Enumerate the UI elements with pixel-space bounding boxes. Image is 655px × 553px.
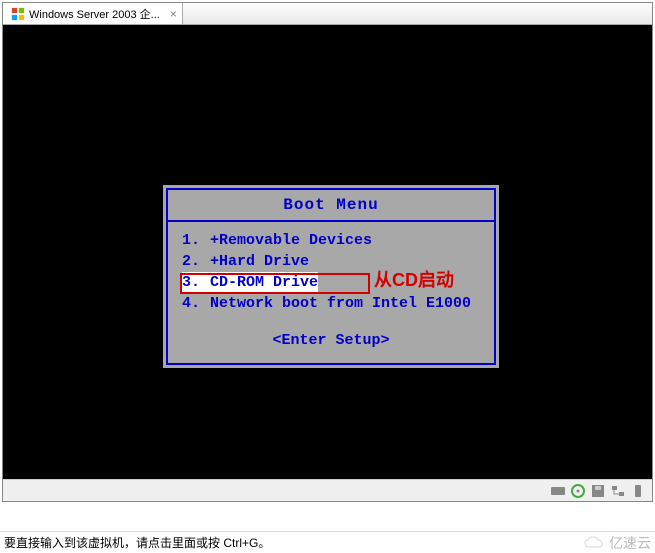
hard-disk-icon[interactable]: [550, 483, 566, 499]
tab-bar: Windows Server 2003 企... ×: [3, 3, 652, 25]
boot-item-cdrom[interactable]: 3. CD-ROM Drive 从CD启动: [182, 272, 480, 293]
watermark: 亿速云: [583, 533, 651, 553]
status-hint: 要直接输入到该虚拟机，请点击里面或按 Ctrl+G。: [4, 534, 270, 551]
vm-window-frame: Windows Server 2003 企... × Boot Menu 1.+…: [2, 2, 653, 502]
boot-item-network[interactable]: 4. Network boot from Intel E1000: [182, 293, 480, 314]
boot-menu: Boot Menu 1.+Removable Devices 2.+Hard D…: [163, 185, 499, 368]
boot-item-hard-drive[interactable]: 2.+Hard Drive: [182, 251, 480, 272]
boot-menu-items: 1.+Removable Devices 2.+Hard Drive 3. CD…: [168, 222, 494, 363]
tab-title: Windows Server 2003 企...: [29, 6, 160, 22]
cd-icon[interactable]: [570, 483, 586, 499]
enter-setup-option[interactable]: <Enter Setup>: [182, 332, 480, 349]
tab-close-button[interactable]: ×: [170, 7, 177, 21]
windows-icon: [11, 7, 25, 21]
boot-item-removable[interactable]: 1.+Removable Devices: [182, 230, 480, 251]
vm-status-bar: [3, 479, 652, 501]
selection-highlight: [180, 273, 370, 294]
annotation-label: 从CD启动: [374, 270, 454, 291]
vm-console[interactable]: Boot Menu 1.+Removable Devices 2.+Hard D…: [3, 25, 652, 477]
boot-menu-title: Boot Menu: [168, 190, 494, 222]
vm-tab[interactable]: Windows Server 2003 企... ×: [3, 3, 183, 24]
floppy-icon[interactable]: [590, 483, 606, 499]
cloud-icon: [583, 535, 605, 551]
usb-icon[interactable]: [630, 483, 646, 499]
network-icon[interactable]: [610, 483, 626, 499]
watermark-text: 亿速云: [609, 533, 651, 553]
bottom-status-bar: 要直接输入到该虚拟机，请点击里面或按 Ctrl+G。 亿速云: [0, 531, 655, 553]
